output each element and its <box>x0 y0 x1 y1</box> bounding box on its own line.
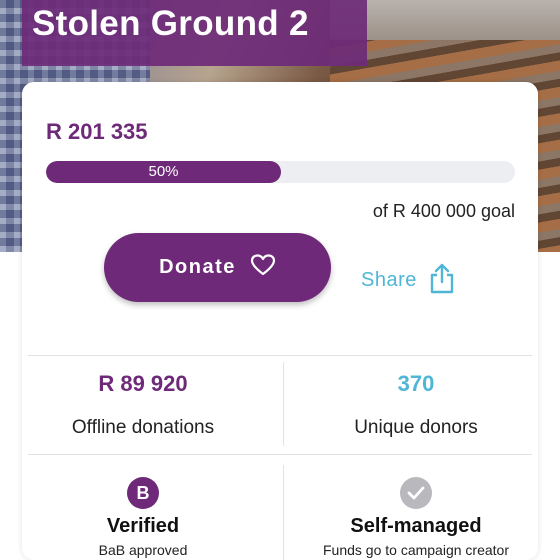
share-upload-icon <box>429 262 455 299</box>
unique-donors-value: 370 <box>397 371 435 396</box>
donate-button-label: Donate <box>159 256 236 278</box>
verified-subtitle: BaB approved <box>98 542 188 558</box>
unique-donors-label: Unique donors <box>354 417 478 438</box>
campaign-summary-card <box>22 82 538 560</box>
donate-button[interactable]: Donate <box>104 233 331 302</box>
goal-text: of R 400 000 goal <box>372 201 515 221</box>
checkmark-icon <box>400 477 432 509</box>
progress-percent: 50% <box>148 163 179 180</box>
divider-stats <box>283 362 284 446</box>
campaign-title: Stolen Ground 2 <box>32 4 309 43</box>
self-managed-title: Self-managed <box>350 515 482 537</box>
divider-middle <box>28 454 532 455</box>
offline-donations-value: R 89 920 <box>98 371 188 396</box>
offline-donations-label: Offline donations <box>71 417 215 438</box>
verified-title: Verified <box>106 515 180 537</box>
self-managed-subtitle: Funds go to campaign creator <box>323 542 509 558</box>
heart-icon <box>250 253 276 282</box>
share-button[interactable]: Share <box>361 262 455 299</box>
amount-raised: R 201 335 <box>46 119 148 144</box>
divider-features <box>283 465 284 560</box>
share-button-label: Share <box>361 269 417 291</box>
verified-badge-icon: B <box>127 477 159 509</box>
divider-top <box>28 355 532 356</box>
